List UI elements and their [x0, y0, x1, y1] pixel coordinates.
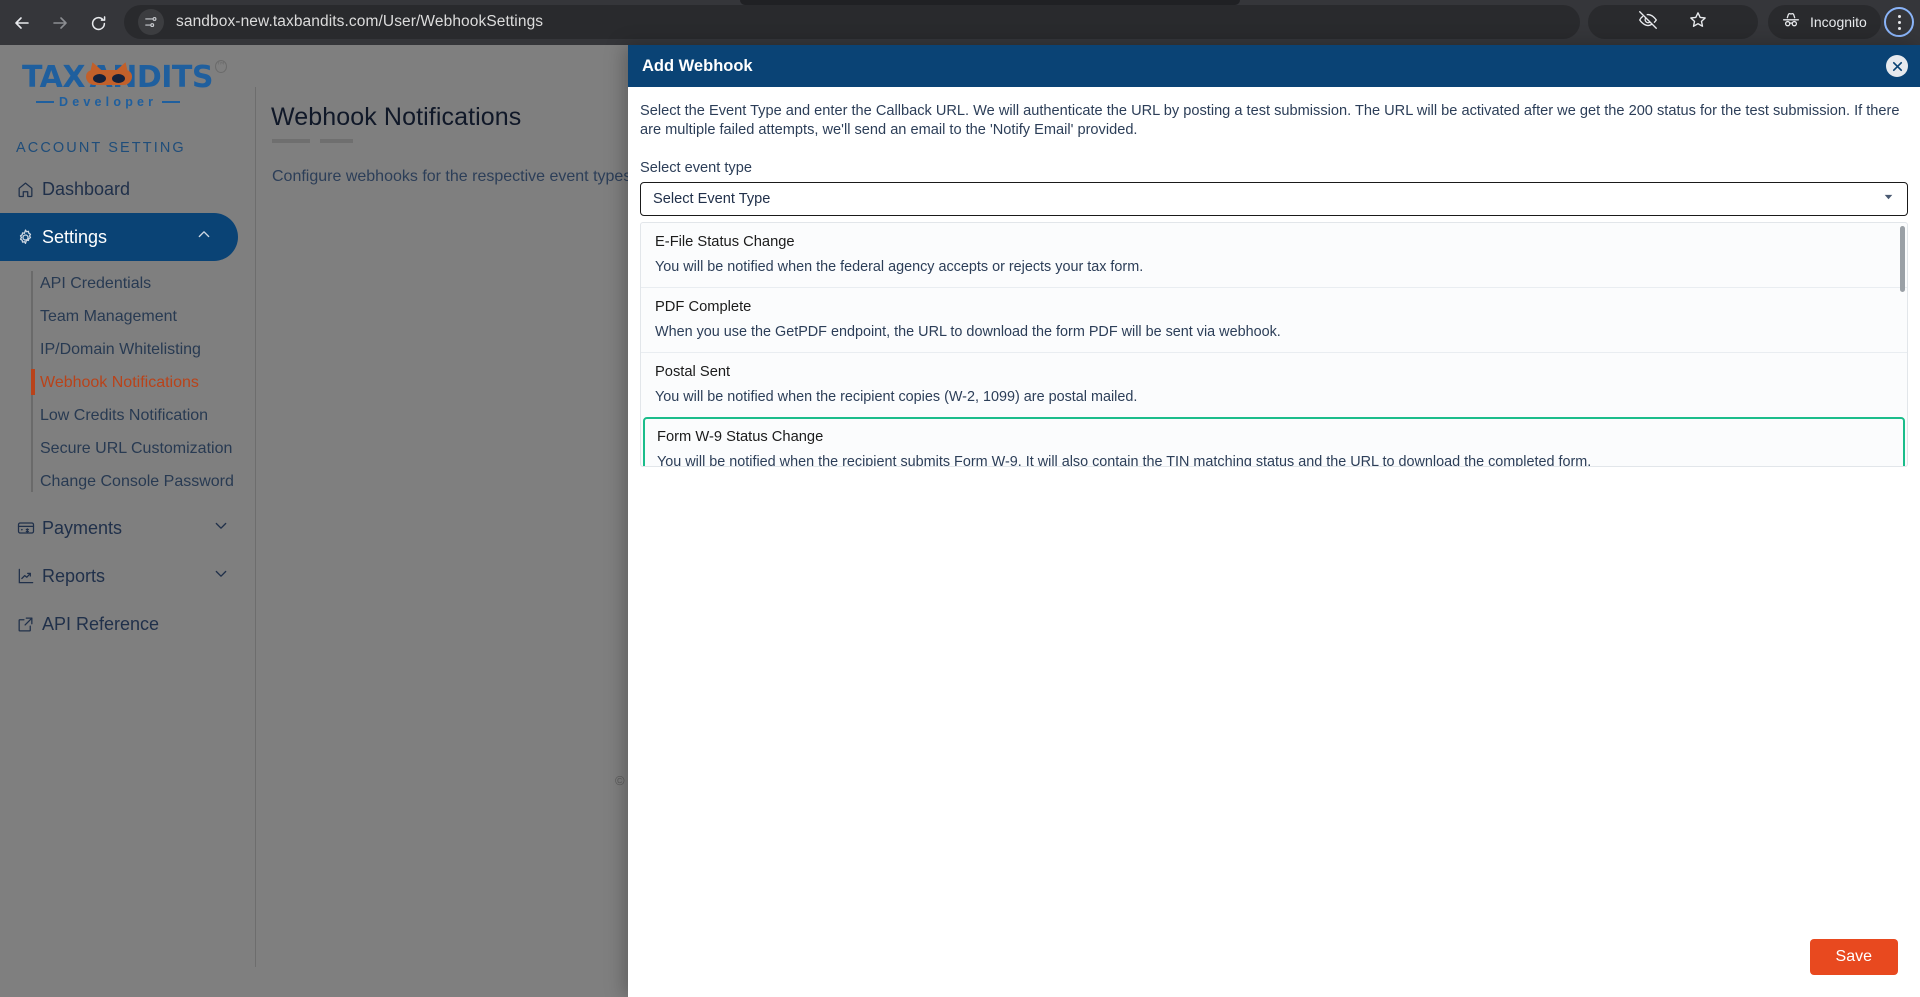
brand-subtitle: Developer	[59, 95, 158, 109]
sidebar-nav: Dashboard Settings API Credentials Team …	[0, 165, 255, 648]
address-bar[interactable]: sandbox-new.taxbandits.com/User/WebhookS…	[124, 5, 1580, 39]
sidebar-section-title: ACCOUNT SETTING	[16, 140, 186, 156]
modal-title: Add Webhook	[642, 56, 753, 75]
sidebar-item-label: Settings	[42, 226, 108, 247]
event-type-label: Select event type	[640, 159, 752, 176]
sidebar-subitem-label: Webhook Notifications	[40, 373, 199, 391]
page-subtitle: Configure webhooks for the respective ev…	[272, 168, 672, 185]
sidebar-subitem-label: Change Console Password	[40, 472, 234, 490]
forward-arrow-icon	[50, 13, 70, 33]
sidebar-item-ip-domain-whitelisting[interactable]: IP/Domain Whitelisting	[40, 333, 255, 366]
incognito-label: Incognito	[1810, 14, 1867, 30]
logo-dash-left	[36, 101, 54, 103]
three-dot-glyph	[1897, 14, 1901, 30]
event-option-efile-status-change[interactable]: E-File Status Change You will be notifie…	[641, 223, 1907, 287]
save-button[interactable]: Save	[1809, 939, 1898, 975]
event-type-select-value: Select Event Type	[653, 190, 771, 207]
bookmark-star-icon[interactable]	[1687, 9, 1709, 36]
url-text: sandbox-new.taxbandits.com/User/WebhookS…	[176, 13, 544, 30]
sidebar-item-settings[interactable]: Settings	[0, 213, 238, 261]
sidebar-subitem-label: API Credentials	[40, 274, 152, 292]
content-divider	[255, 87, 256, 967]
sidebar-subitem-label: Low Credits Notification	[40, 406, 209, 424]
sidebar-item-payments[interactable]: Payments	[0, 504, 255, 552]
credit-card-icon	[16, 518, 42, 538]
home-icon	[16, 180, 42, 199]
close-icon[interactable]	[1886, 55, 1908, 77]
event-option-description: When you use the GetPDF endpoint, the UR…	[655, 323, 1281, 340]
sidebar-item-api-credentials[interactable]: API Credentials	[40, 267, 255, 300]
sidebar-item-secure-url-customization[interactable]: Secure URL Customization	[40, 432, 255, 465]
event-option-description: You will be notified when the recipient …	[655, 388, 1138, 405]
event-option-postal-sent[interactable]: Postal Sent You will be notified when th…	[641, 351, 1907, 417]
eye-off-icon[interactable]	[1637, 9, 1659, 36]
sidebar-item-low-credits-notification[interactable]: Low Credits Notification	[40, 399, 255, 432]
sidebar-subnav: API Credentials Team Management IP/Domai…	[0, 267, 255, 498]
logo-dash-right	[162, 101, 181, 103]
external-link-icon	[16, 615, 42, 634]
sidebar-item-reports[interactable]: Reports	[0, 552, 255, 600]
reload-icon	[89, 14, 108, 33]
omnibox-actions	[1588, 5, 1758, 39]
modal-body: Select the Event Type and enter the Call…	[628, 102, 1920, 467]
chevron-down-icon[interactable]	[1882, 190, 1895, 208]
modal-description: Select the Event Type and enter the Call…	[640, 103, 1900, 138]
site-settings-icon[interactable]	[138, 9, 164, 35]
browser-chrome: sandbox-new.taxbandits.com/User/WebhookS…	[0, 0, 1920, 45]
event-type-select[interactable]: Select Event Type	[640, 181, 1908, 216]
bandit-mask-icon	[85, 60, 132, 88]
event-option-name: PDF Complete	[655, 298, 752, 315]
footer-copyright: ©	[615, 773, 625, 788]
reload-button[interactable]	[84, 9, 112, 37]
sidebar-item-webhook-notifications[interactable]: Webhook Notifications	[31, 366, 255, 399]
page-body: TAX ANDITS ™ Developer ACCOUNT SETTING D…	[0, 45, 1920, 997]
brand-word-tax: TAX	[22, 59, 85, 95]
sidebar-item-team-management[interactable]: Team Management	[40, 300, 255, 333]
incognito-icon	[1780, 9, 1802, 36]
chevron-up-icon[interactable]	[196, 227, 212, 248]
sidebar-subitem-label: Secure URL Customization	[40, 439, 233, 457]
brand-logo[interactable]: TAX ANDITS ™ Developer	[22, 60, 227, 115]
sidebar-item-label: API Reference	[42, 613, 160, 634]
gear-icon	[16, 228, 42, 247]
chevron-down-icon[interactable]	[213, 566, 229, 587]
sidebar: TAX ANDITS ™ Developer ACCOUNT SETTING D…	[0, 45, 255, 997]
sidebar-item-label: Reports	[42, 565, 106, 586]
sidebar-item-dashboard[interactable]: Dashboard	[0, 165, 255, 213]
event-option-form-w9-status-change[interactable]: Form W-9 Status Change You will be notif…	[643, 416, 1905, 467]
back-button[interactable]	[8, 9, 36, 37]
trademark-icon: ™	[215, 60, 227, 73]
modal-header: Add Webhook	[628, 45, 1920, 87]
sidebar-subitem-label: Team Management	[40, 307, 177, 325]
three-dot-menu-icon[interactable]	[1884, 7, 1914, 37]
title-underline	[272, 139, 353, 143]
sidebar-item-label: Dashboard	[42, 178, 131, 199]
event-option-pdf-complete[interactable]: PDF Complete When you use the GetPDF end…	[641, 286, 1907, 352]
sidebar-item-api-reference[interactable]: API Reference	[0, 600, 255, 648]
options-scrollbar[interactable]	[1900, 225, 1905, 292]
chevron-down-icon[interactable]	[213, 518, 229, 539]
event-option-description: You will be notified when the federal ag…	[655, 258, 1144, 275]
add-webhook-panel: Add Webhook Select the Event Type and en…	[628, 45, 1920, 997]
sidebar-item-change-console-password[interactable]: Change Console Password	[40, 465, 255, 498]
sidebar-subitem-label: IP/Domain Whitelisting	[40, 340, 201, 358]
modal-footer: Save	[628, 917, 1920, 997]
event-option-name: E-File Status Change	[655, 233, 795, 250]
forward-button[interactable]	[46, 9, 74, 37]
incognito-indicator[interactable]: Incognito	[1768, 5, 1881, 39]
sidebar-item-label: Payments	[42, 517, 123, 538]
event-option-name: Form W-9 Status Change	[657, 428, 824, 445]
event-option-name: Postal Sent	[655, 363, 731, 380]
back-arrow-icon	[12, 13, 32, 33]
event-option-description: You will be notified when the recipient …	[657, 453, 1592, 467]
event-type-options-list[interactable]: E-File Status Change You will be notifie…	[640, 221, 1908, 467]
chart-trend-icon	[16, 566, 42, 586]
page-title: Webhook Notifications	[271, 103, 522, 131]
